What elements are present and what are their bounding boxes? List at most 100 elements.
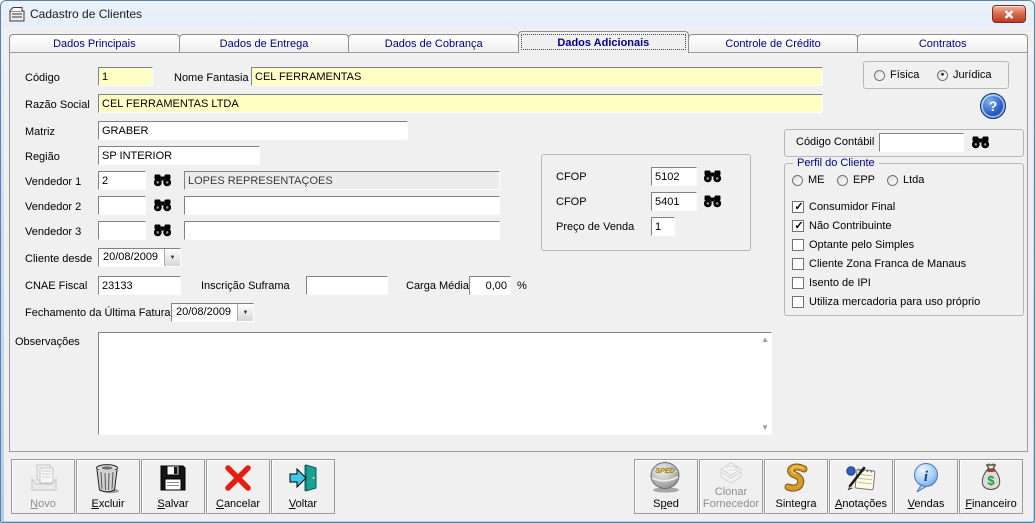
scroll-down-icon[interactable]: ▼	[761, 423, 769, 432]
clonar-fornecedor-button: Clonar Fornecedor	[699, 459, 763, 514]
radio-fisica[interactable]: Física	[874, 69, 919, 81]
checkbox-uso-proprio[interactable]: Utiliza mercadoria para uso próprio	[792, 296, 980, 308]
checkbox-zona-franca[interactable]: Cliente Zona Franca de Manaus	[792, 258, 966, 270]
cliente-desde-label: Cliente desde	[25, 253, 93, 265]
checkbox-nao-contribuinte[interactable]: ✓ Não Contribuinte	[792, 220, 892, 232]
vendedor1-search-binoculars-icon[interactable]	[154, 174, 171, 187]
checkbox-isento-ipi[interactable]: Isento de IPI	[792, 277, 871, 289]
voltar-button-label: Voltar	[288, 498, 318, 510]
exit-door-icon	[272, 461, 334, 495]
help-button[interactable]: ?	[980, 93, 1006, 119]
vendedor2-search-binoculars-icon[interactable]	[154, 199, 171, 212]
observacoes-label: Observações	[15, 336, 80, 348]
clonar-button-label-line2: Fornecedor	[702, 498, 760, 510]
salvar-button[interactable]: Salvar	[141, 459, 205, 514]
financeiro-button[interactable]: $ Financeiro	[959, 459, 1023, 514]
vendedor1-code-input[interactable]	[98, 171, 146, 190]
cadastro-clientes-window: Cadastro de Clientes Dados Principais Da…	[0, 0, 1035, 523]
checkbox-optante-simples-label: Optante pelo Simples	[809, 239, 915, 251]
vendedor3-code-input[interactable]	[98, 221, 146, 240]
question-mark-icon: ?	[988, 98, 998, 114]
close-button[interactable]	[992, 5, 1026, 23]
tab-dados-de-entrega[interactable]: Dados de Entrega	[178, 34, 350, 52]
suframa-input[interactable]	[306, 276, 388, 295]
clonar-button-label-line1: Clonar	[714, 486, 748, 498]
radio-ltda-label: Ltda	[903, 174, 925, 186]
sintegra-button-label: Sintegra	[775, 498, 817, 510]
salvar-button-label: Salvar	[157, 498, 189, 510]
cancelar-button[interactable]: Cancelar	[206, 459, 270, 514]
red-x-icon	[207, 461, 269, 495]
matriz-input[interactable]	[98, 121, 408, 140]
vendedor2-label: Vendedor 2	[25, 201, 82, 213]
checkbox-isento-ipi-box[interactable]	[792, 277, 804, 289]
cfop2-search-binoculars-icon[interactable]	[704, 195, 721, 208]
radio-fisica-circle[interactable]	[874, 69, 885, 81]
cliente-desde-value: 20/08/2009	[103, 251, 159, 263]
regiao-label: Região	[25, 151, 60, 163]
cfop1-search-binoculars-icon[interactable]	[704, 170, 721, 183]
razao-social-label: Razão Social	[25, 99, 90, 111]
radio-fisica-label: Física	[890, 69, 920, 81]
sped-button[interactable]: SPED Sped	[634, 459, 698, 514]
cfop1-input[interactable]	[651, 167, 697, 186]
preco-venda-input[interactable]	[651, 217, 675, 236]
scroll-up-icon[interactable]: ▲	[761, 335, 769, 344]
suframa-label: Inscrição Suframa	[201, 280, 290, 292]
notepad-pen-icon	[830, 461, 892, 495]
fechamento-fatura-select[interactable]: 20/08/2009 ▼	[171, 303, 254, 322]
radio-me-circle[interactable]	[792, 174, 803, 186]
cfop2-label: CFOP	[556, 196, 587, 208]
checkbox-consumidor-final[interactable]: ✓ Consumidor Final	[792, 201, 895, 213]
nome-fantasia-input[interactable]	[251, 67, 823, 86]
tab-controle-de-credito[interactable]: Controle de Crédito	[687, 34, 859, 52]
checkbox-optante-simples[interactable]: Optante pelo Simples	[792, 239, 914, 251]
excluir-button[interactable]: Excluir	[76, 459, 140, 514]
vendas-button[interactable]: i Vendas	[894, 459, 958, 514]
new-document-icon	[12, 461, 74, 495]
carga-media-input[interactable]	[469, 276, 511, 295]
tab-dados-adicionais[interactable]: Dados Adicionais	[518, 31, 689, 53]
cliente-desde-select[interactable]: 20/08/2009 ▼	[98, 248, 181, 267]
checkbox-zona-franca-box[interactable]	[792, 258, 804, 270]
sintegra-s-icon	[765, 461, 827, 495]
vendedor2-code-input[interactable]	[98, 196, 146, 215]
window-icon	[9, 6, 26, 27]
checkbox-nao-contribuinte-label: Não Contribuinte	[809, 220, 892, 232]
radio-me[interactable]: ME	[792, 174, 825, 186]
voltar-button[interactable]: Voltar	[271, 459, 335, 514]
radio-ltda-circle[interactable]	[887, 174, 898, 186]
radio-epp[interactable]: EPP	[837, 174, 875, 186]
vendedor3-search-binoculars-icon[interactable]	[154, 224, 171, 237]
codigo-contabil-search-binoculars-icon[interactable]	[972, 136, 989, 149]
codigo-input[interactable]	[98, 67, 153, 86]
tab-dados-de-cobranca[interactable]: Dados de Cobrança	[348, 34, 520, 52]
cfop2-input[interactable]	[651, 192, 697, 211]
svg-text:SPED: SPED	[655, 468, 674, 475]
fechamento-fatura-value: 20/08/2009	[176, 306, 232, 318]
vendedor3-label: Vendedor 3	[25, 226, 82, 238]
chevron-down-icon[interactable]: ▼	[237, 304, 253, 321]
nome-fantasia-label: Nome Fantasia	[174, 72, 249, 84]
chevron-down-icon[interactable]: ▼	[164, 249, 180, 266]
cnae-input[interactable]	[98, 276, 181, 295]
codigo-contabil-input[interactable]	[879, 133, 964, 152]
radio-juridica[interactable]: ● Jurídica	[937, 69, 992, 81]
observacoes-textarea[interactable]: ▲ ▼	[98, 332, 772, 435]
sintegra-button[interactable]: Sintegra	[764, 459, 828, 514]
radio-epp-circle[interactable]	[837, 174, 848, 186]
vendedor1-name-field	[184, 171, 500, 190]
checkbox-consumidor-final-box[interactable]: ✓	[792, 201, 804, 213]
tab-dados-principais[interactable]: Dados Principais	[9, 34, 180, 52]
checkbox-optante-simples-box[interactable]	[792, 239, 804, 251]
cnae-label: CNAE Fiscal	[25, 280, 88, 292]
sped-button-label: Sped	[653, 498, 679, 510]
checkbox-nao-contribuinte-box[interactable]: ✓	[792, 220, 804, 232]
regiao-input[interactable]	[98, 146, 260, 165]
razao-social-input[interactable]	[98, 94, 823, 113]
tab-contratos[interactable]: Contratos	[857, 34, 1029, 52]
radio-ltda[interactable]: Ltda	[887, 174, 924, 186]
checkbox-uso-proprio-box[interactable]	[792, 296, 804, 308]
anotacoes-button[interactable]: Anotações	[829, 459, 893, 514]
radio-juridica-circle[interactable]: ●	[937, 69, 948, 81]
